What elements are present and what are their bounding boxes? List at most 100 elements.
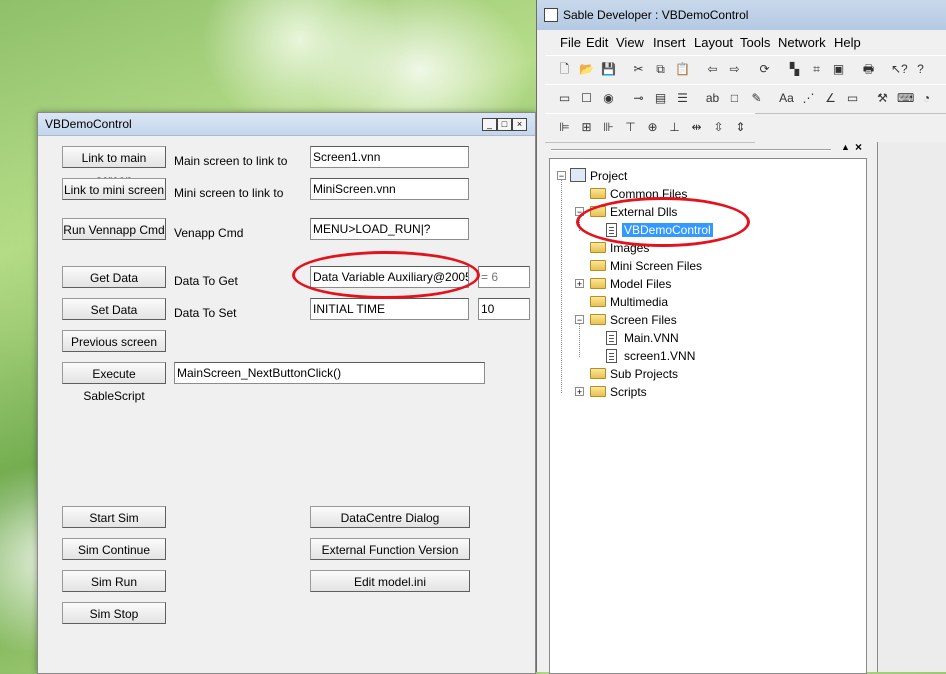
help-icon[interactable]: ? [913,62,928,77]
space-horizontal-icon[interactable]: ⇹ [689,120,704,135]
menu-file[interactable]: File [560,35,581,50]
sable-developer-window: Sable Developer : VBDemoControl File Edi… [536,0,946,674]
main-screen-label: Main screen to link to [174,154,288,168]
chart-icon[interactable]: ∠ [823,91,838,106]
sim-continue-button[interactable]: Sim Continue [62,538,166,560]
mini-screen-label: Mini screen to link to [174,186,284,200]
pane-gripper[interactable] [551,149,831,150]
folder-icon [590,278,606,289]
folder-icon [590,386,606,397]
edit-model-ini-button[interactable]: Edit model.ini [310,570,470,592]
execute-sablescript-button[interactable]: Execute SableScript [62,362,166,403]
vb-title-bar[interactable]: VBDemoControl _ □ × [38,113,535,136]
project-icon [570,168,586,182]
vb-window-title: VBDemoControl [45,117,132,131]
sablescript-input[interactable]: MainScreen_NextButtonClick() [174,362,485,384]
venapp-cmd-input[interactable]: MENU>LOAD_RUN|? [310,218,469,240]
button-control-icon[interactable]: ▭ [557,91,572,106]
get-data-button[interactable]: Get Data [62,266,166,288]
folder-icon [590,260,606,271]
folder-icon [590,368,606,379]
new-file-icon[interactable]: 🗋 [557,62,572,77]
open-folder-icon[interactable]: 📂 [579,62,594,77]
menu-help[interactable]: Help [834,35,861,50]
data-result-field: = 6 [478,266,530,288]
table-control-icon[interactable]: ▤ [653,91,668,106]
menu-edit[interactable]: Edit [586,35,608,50]
checkbox-control-icon[interactable]: ☐ [579,91,594,106]
folder-icon [590,242,606,253]
project-pane-header: ▲ × [547,140,869,158]
align-center-icon[interactable]: ⊞ [579,120,594,135]
text-control-icon[interactable]: ab [705,91,720,106]
copy-icon[interactable]: ⧉ [653,62,668,77]
xy-control-icon[interactable]: ✎ [749,91,764,106]
save-icon[interactable]: 💾 [601,62,616,77]
font-icon[interactable]: Aa [779,91,794,106]
forward-arrow-icon[interactable]: ⇨ [727,62,742,77]
sim-stop-button[interactable]: Sim Stop [62,602,166,624]
align-right-icon[interactable]: ⊪ [601,120,616,135]
keyboard-icon[interactable]: ⌨ [897,91,914,106]
align-top-icon[interactable]: ⊤ [623,120,638,135]
app-icon [544,8,558,22]
align-bottom-icon[interactable]: ⊥ [667,120,682,135]
align-left-icon[interactable]: ⊫ [557,120,572,135]
list-control-icon[interactable]: ☰ [675,91,690,106]
set-data-button[interactable]: Set Data [62,298,166,320]
menu-tools[interactable]: Tools [740,35,770,50]
sim-run-button[interactable]: Sim Run [62,570,166,592]
paste-icon[interactable]: 📋 [675,62,690,77]
sable-title-bar[interactable]: Sable Developer : VBDemoControl [537,0,946,30]
external-function-version-button[interactable]: External Function Version [310,538,470,560]
data-to-get-label: Data To Get [174,274,238,288]
link-mini-screen-button[interactable]: Link to mini screen [62,178,166,200]
menu-view[interactable]: View [616,35,644,50]
mini-screen-input[interactable]: MiniScreen.vnn [310,178,469,200]
refresh-icon[interactable]: ⟳ [757,62,772,77]
folder-open-icon [590,314,606,325]
menu-insert[interactable]: Insert [653,35,686,50]
main-screen-input[interactable]: Screen1.vnn [310,146,469,168]
space-vertical-icon[interactable]: ⇳ [711,120,726,135]
run-vennapp-cmd-button[interactable]: Run Vennapp Cmd [62,218,166,240]
pane-close-icon[interactable]: × [855,140,862,154]
window-icon[interactable]: ▣ [831,62,846,77]
cut-icon[interactable]: ✂ [631,62,646,77]
link-main-screen-button[interactable]: Link to main screen [62,146,166,187]
datacentre-dialog-button[interactable]: DataCentre Dialog [310,506,470,528]
pane-arrow-icon[interactable]: ▲ [841,142,850,152]
align-middle-icon[interactable]: ⊕ [645,120,660,135]
tools-icon[interactable]: ⚒ [875,91,890,106]
collapse-icon[interactable]: − [575,315,584,325]
minimize-icon[interactable]: _ [482,118,497,131]
gauge-icon[interactable]: ◔ [919,91,934,106]
collapse-icon[interactable]: − [557,171,566,181]
context-help-icon[interactable]: ↖? [891,62,908,77]
grid-icon[interactable]: ⌗ [809,62,824,77]
tree-line [579,323,580,357]
radio-control-icon[interactable]: ◉ [601,91,616,106]
select-tool-icon[interactable]: ▚ [787,62,802,77]
expand-icon[interactable]: + [575,387,584,397]
previous-screen-button[interactable]: Previous screen [62,330,166,352]
data-to-set-input[interactable]: INITIAL TIME [310,298,469,320]
slider-control-icon[interactable]: ⊸ [631,91,646,106]
maximize-icon[interactable]: □ [497,118,512,131]
same-size-icon[interactable]: ⇕ [733,120,748,135]
rectangle-icon[interactable]: ▭ [845,91,860,106]
data-set-value-input[interactable]: 10 [478,298,530,320]
annotation-circle-external-dll [576,197,750,247]
print-icon[interactable]: 🖶 [861,62,876,77]
graph-icon[interactable]: ⋰ [801,91,816,106]
tree-line [561,179,562,393]
menu-network[interactable]: Network [778,35,826,50]
start-sim-button[interactable]: Start Sim [62,506,166,528]
alignment-toolbar: ⊫ ⊞ ⊪ ⊤ ⊕ ⊥ ⇹ ⇳ ⇕ [545,113,755,143]
frame-control-icon[interactable]: □ [727,91,742,106]
menu-layout[interactable]: Layout [694,35,733,50]
file-icon [606,349,617,363]
close-icon[interactable]: × [512,118,527,131]
expand-icon[interactable]: + [575,279,584,289]
back-arrow-icon[interactable]: ⇦ [705,62,720,77]
